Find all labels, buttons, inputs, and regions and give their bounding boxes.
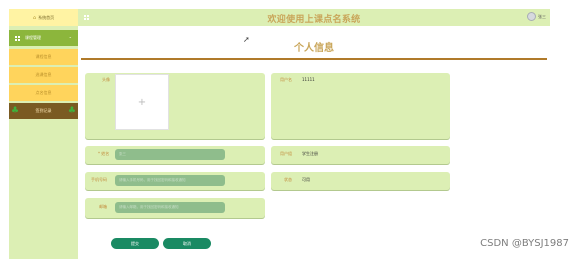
grid-icon [15,35,20,41]
phone-label: 手机号码 [91,177,107,182]
role-value: 学生注册 [302,151,318,156]
sidebar-home[interactable]: ⌂ 系统首页 [9,9,78,26]
user-menu[interactable]: 张三 [527,12,546,21]
status-card: 状态 可用 [271,172,450,190]
sidebar-item-label: 选课信息 [35,72,52,77]
role-card: 用户组 学生注册 [271,146,450,164]
status-label: 状态 [284,177,292,182]
cancel-button[interactable]: 取消 [163,238,211,249]
submit-label: 提交 [131,240,139,246]
name-field[interactable]: 张三 [115,149,225,160]
photo-label: 头像 [102,77,110,82]
sidebar-group-label: 课程管理 [25,35,41,40]
cancel-label: 取消 [183,240,191,246]
username-label: 用户名 [280,77,292,82]
title-divider [81,58,547,60]
sidebar-home-label: 系统首页 [38,14,55,20]
chevron-up-icon: ⌃ [68,35,72,41]
plus-icon: + [137,96,147,108]
photo-card: 头像 [85,73,265,139]
status-value: 可用 [302,177,310,182]
photo-upload[interactable]: + [115,74,169,130]
top-bar: 欢迎使用上课点名系统 张三 [78,9,550,26]
sidebar: ⌂ 系统首页 课程管理 ⌃ 课程信息 选课信息 点名信息 ♣ 签到记录 ♣ [9,9,78,259]
role-label: 用户组 [280,151,292,156]
username-value: 11111 [302,77,315,82]
sidebar-item-label: 课程信息 [35,54,52,59]
phone-field-placeholder: 请输入手机号码，用于找回密码和接收通知 [119,178,186,182]
email-field[interactable]: 请输入邮箱，用于找回密码和接收通知 [115,202,225,213]
sidebar-item-label: 签到记录 [35,108,52,113]
tree-icon: ♣ [67,106,76,116]
email-field-placeholder: 请输入邮箱，用于找回密码和接收通知 [119,205,179,209]
sidebar-item-course-info[interactable]: 课程信息 [9,49,78,65]
app-window: ⌂ 系统首页 课程管理 ⌃ 课程信息 选课信息 点名信息 ♣ 签到记录 ♣ 欢迎… [9,9,550,259]
sidebar-item-enrollment[interactable]: 选课信息 [9,67,78,83]
tree-icon: ♣ [11,106,20,116]
sidebar-item-rollcall[interactable]: 点名信息 [9,85,78,101]
watermark: CSDN @BYSJ1987 [480,238,569,249]
submit-button[interactable]: 提交 [111,238,159,249]
app-title: 欢迎使用上课点名系统 [267,15,361,25]
phone-field[interactable]: 请输入手机号码，用于找回密码和接收通知 [115,175,225,186]
user-name: 张三 [538,13,546,19]
home-icon: ⌂ [32,14,37,21]
email-label: 邮箱 [99,204,107,209]
name-label: * 姓名 [98,151,110,156]
name-field-value: 张三 [119,152,126,156]
avatar [527,12,536,21]
sidebar-item-signin[interactable]: ♣ 签到记录 ♣ [9,103,78,119]
page-title: 个人信息 [294,43,334,54]
username-card: 用户名 11111 [271,73,450,139]
sidebar-item-label: 点名信息 [35,90,52,95]
sidebar-group-course[interactable]: 课程管理 ⌃ [9,30,78,46]
